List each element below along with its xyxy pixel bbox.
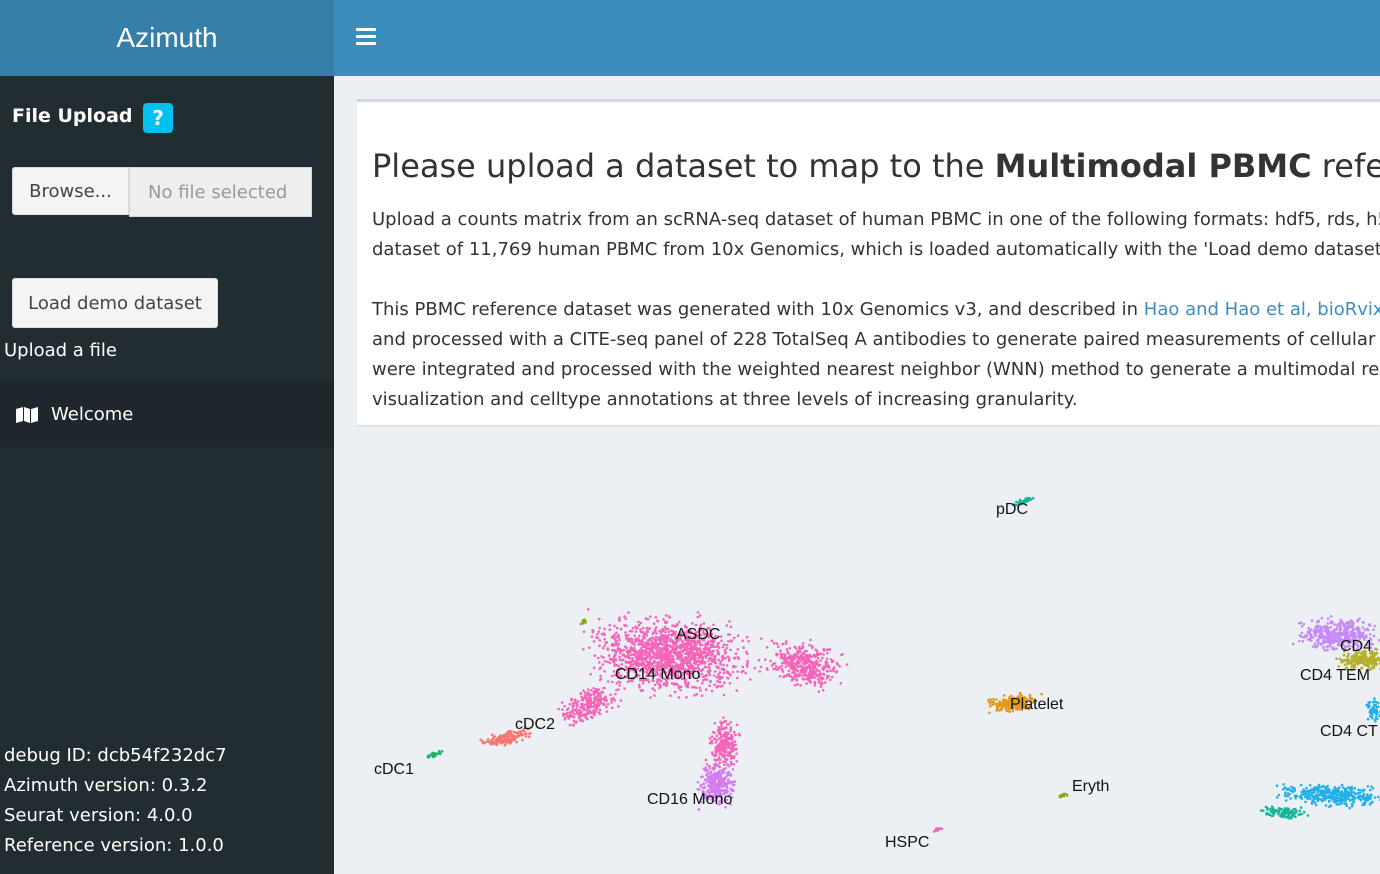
reference-paragraph: This PBMC reference dataset was generate… bbox=[372, 295, 1380, 415]
umap-label-cd4-ct: CD4 CT bbox=[1320, 723, 1378, 740]
umap-label-cd16-mono: CD16 Mono bbox=[647, 791, 732, 808]
umap-label-cdc2: cDC2 bbox=[515, 716, 555, 733]
umap-label-cd4: CD4 bbox=[1340, 638, 1372, 655]
app-logo[interactable]: Azimuth bbox=[0, 0, 334, 76]
version-info: debug ID: dcb54f232dc7 Azimuth version: … bbox=[4, 741, 227, 861]
load-demo-button[interactable]: Load demo dataset bbox=[12, 278, 218, 328]
reference-version: Reference version: 1.0.0 bbox=[4, 835, 224, 856]
debug-id: debug ID: dcb54f232dc7 bbox=[4, 745, 227, 766]
cluster-cd4-ct bbox=[1365, 697, 1380, 723]
umap-label-platelet: Platelet bbox=[1010, 696, 1064, 713]
welcome-box: Please upload a dataset to map to the Mu… bbox=[357, 99, 1380, 425]
cluster-cd14-mono bbox=[579, 608, 763, 699]
seurat-version: Seurat version: 4.0.0 bbox=[4, 805, 193, 826]
cluster-cd14-mono-tail bbox=[758, 638, 849, 693]
sidebar-item-welcome[interactable]: Welcome bbox=[0, 382, 334, 447]
umap-label-eryth: Eryth bbox=[1072, 778, 1109, 795]
cluster-nk bbox=[1259, 805, 1310, 820]
cluster-mono-bridge bbox=[704, 716, 741, 771]
umap-label-asdc: ASDC bbox=[676, 626, 720, 643]
cluster-asdc bbox=[581, 618, 587, 625]
sidebar-toggle-icon[interactable] bbox=[356, 28, 376, 46]
azimuth-version: Azimuth version: 0.3.2 bbox=[4, 775, 208, 796]
paper-link[interactable]: Hao and Hao et al, bioRvix 2020 bbox=[1144, 299, 1380, 320]
umap-label-hspc: HSPC bbox=[885, 834, 929, 851]
cluster-cd8 bbox=[1275, 783, 1380, 810]
cluster-cdc1 bbox=[426, 749, 444, 759]
app-title: Azimuth bbox=[116, 22, 218, 53]
cluster-cd14-mono-left bbox=[557, 677, 623, 727]
file-name-field[interactable]: No file selected bbox=[129, 167, 312, 217]
cluster-hspc bbox=[932, 827, 944, 833]
intro-paragraph: Upload a counts matrix from an scRNA-seq… bbox=[372, 209, 1380, 260]
umap-label-pdc: pDC bbox=[996, 501, 1028, 518]
page-title: Please upload a dataset to map to the Mu… bbox=[372, 147, 1380, 185]
umap-label-cdc1: cDC1 bbox=[374, 761, 414, 778]
sidebar-item-label: Welcome bbox=[51, 404, 134, 425]
cluster-eryth bbox=[1058, 792, 1069, 799]
file-upload-title: File Upload bbox=[12, 105, 133, 127]
map-icon bbox=[16, 406, 38, 423]
reference-umap-plot: pDC ASDC CD14 Mono cDC2 cDC1 CD16 Mono P… bbox=[374, 496, 1380, 851]
umap-label-cd14-mono: CD14 Mono bbox=[615, 666, 700, 683]
umap-label-cd4-tem: CD4 TEM bbox=[1300, 667, 1370, 684]
browse-button[interactable]: Browse... bbox=[12, 167, 129, 215]
help-button[interactable]: ? bbox=[143, 103, 173, 133]
top-navbar bbox=[334, 0, 1380, 76]
help-icon: ? bbox=[152, 106, 164, 130]
upload-hint: Upload a file bbox=[4, 340, 117, 361]
